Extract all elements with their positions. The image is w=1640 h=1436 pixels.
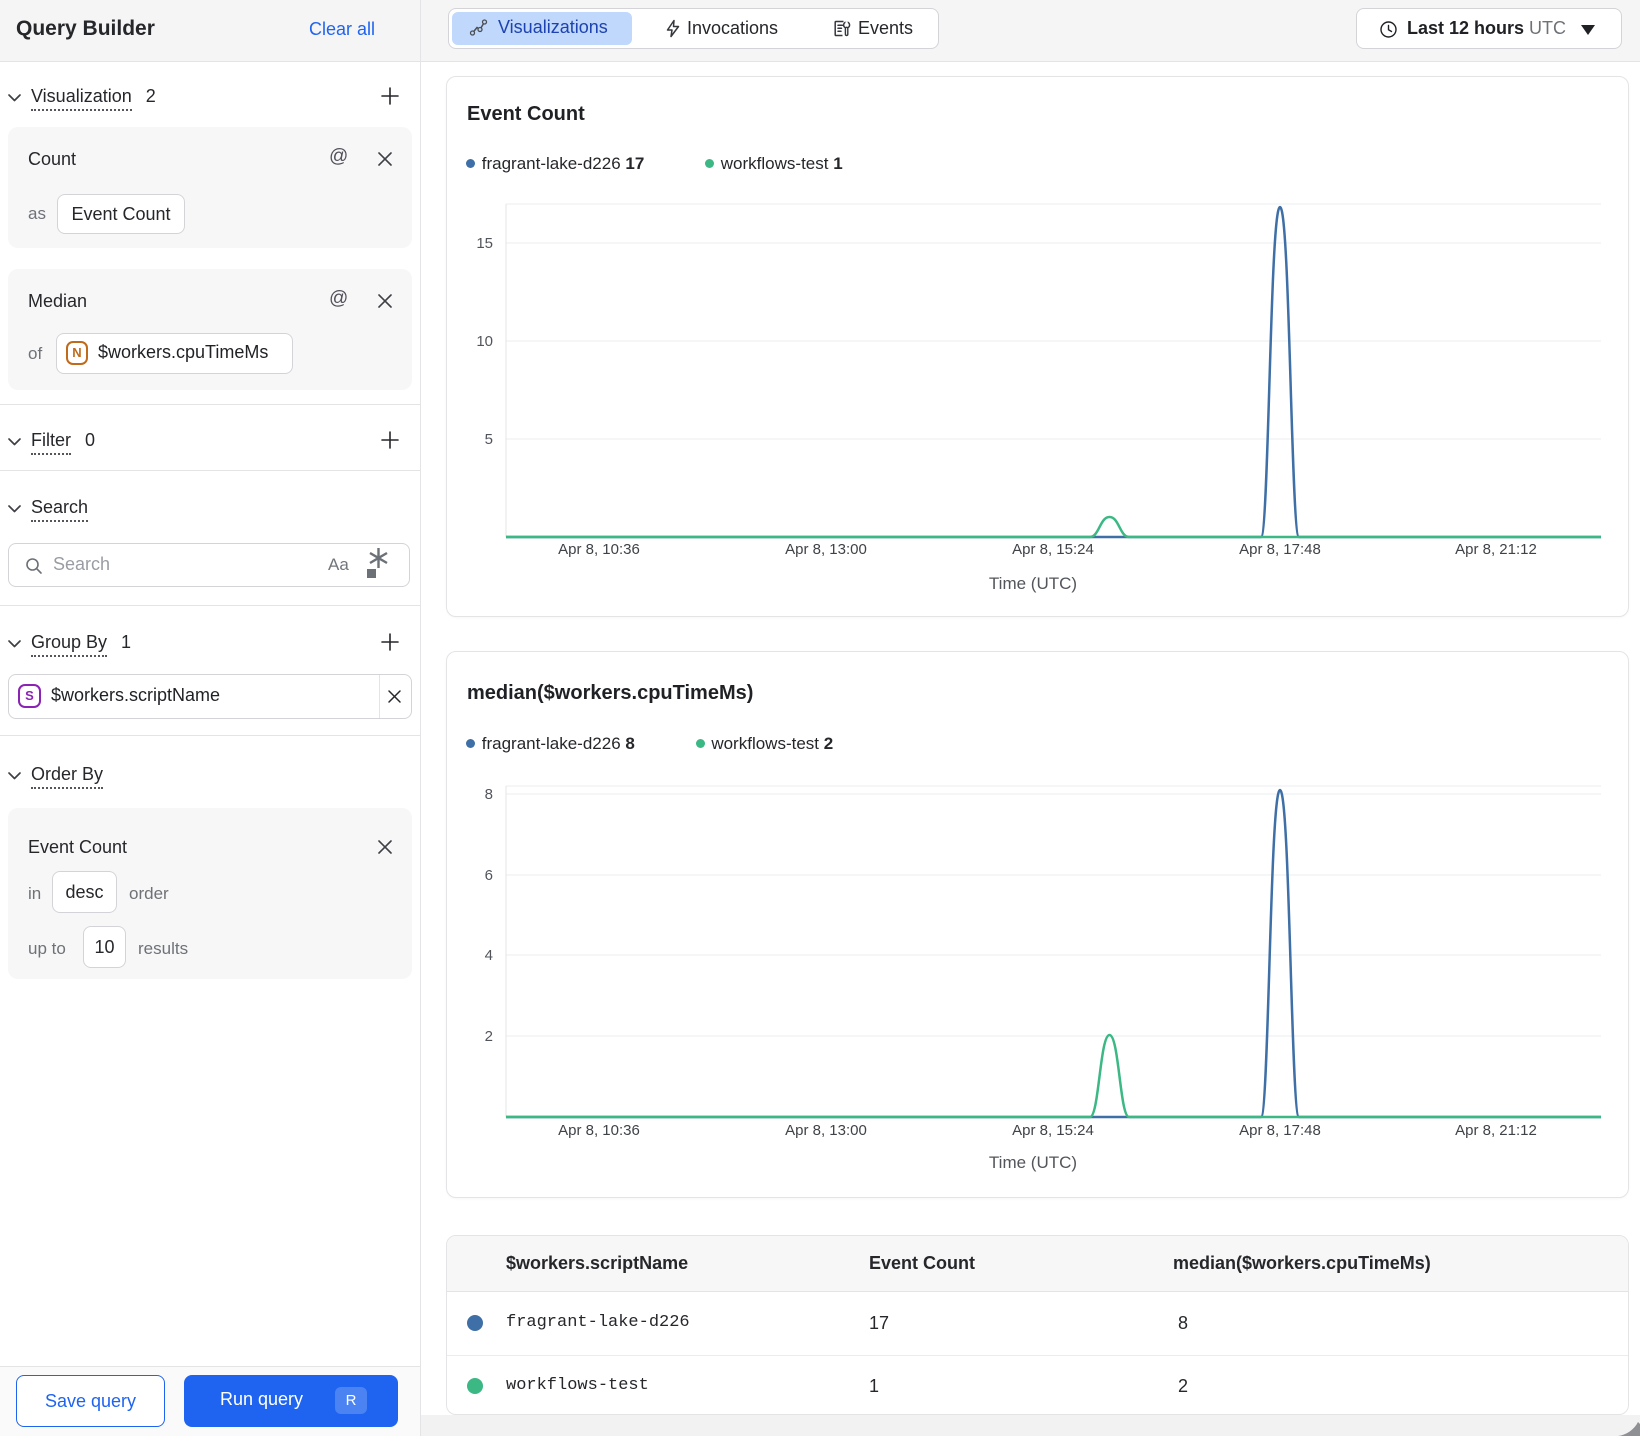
svg-text:4: 4 [485, 947, 493, 964]
svg-text:Apr 8, 10:36: Apr 8, 10:36 [558, 541, 640, 558]
svg-text:10: 10 [476, 333, 493, 350]
svg-text:8: 8 [485, 786, 493, 803]
svg-text:Apr 8, 10:36: Apr 8, 10:36 [558, 1122, 640, 1139]
svg-text:Apr 8, 15:24: Apr 8, 15:24 [1012, 541, 1094, 558]
svg-text:2: 2 [485, 1028, 493, 1045]
svg-text:6: 6 [485, 867, 493, 884]
svg-text:15: 15 [476, 235, 493, 252]
svg-text:Apr 8, 13:00: Apr 8, 13:00 [785, 1122, 867, 1139]
svg-text:Apr 8, 15:24: Apr 8, 15:24 [1012, 1122, 1094, 1139]
svg-text:Time (UTC): Time (UTC) [989, 1153, 1077, 1172]
svg-text:Time (UTC): Time (UTC) [989, 574, 1077, 593]
svg-text:Apr 8, 13:00: Apr 8, 13:00 [785, 541, 867, 558]
svg-text:Apr 8, 17:48: Apr 8, 17:48 [1239, 541, 1321, 558]
svg-text:5: 5 [485, 431, 493, 448]
svg-text:Apr 8, 21:12: Apr 8, 21:12 [1455, 541, 1537, 558]
svg-text:Apr 8, 21:12: Apr 8, 21:12 [1455, 1122, 1537, 1139]
svg-text:Apr 8, 17:48: Apr 8, 17:48 [1239, 1122, 1321, 1139]
